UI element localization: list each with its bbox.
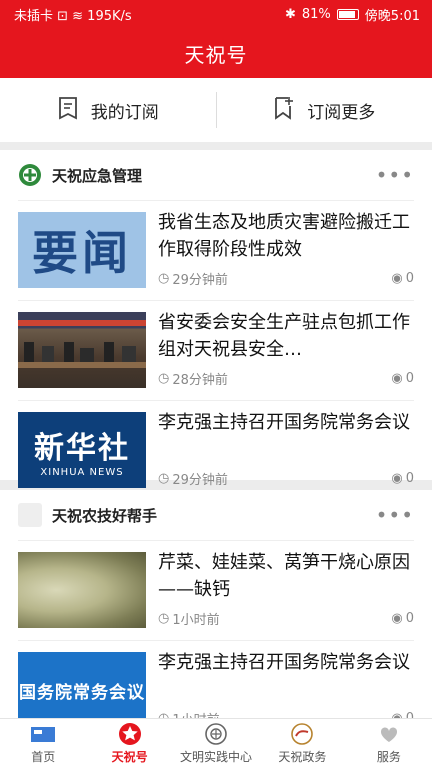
more-options-icon[interactable]: ••• — [376, 503, 414, 527]
tab-label: 服务 — [376, 749, 401, 764]
news-time: 1小时前 — [172, 613, 220, 628]
news-thumbnail — [18, 552, 146, 628]
star-badge-icon — [117, 722, 143, 745]
news-time: 1小时前 — [172, 709, 219, 718]
news-time: 29分钟前 — [172, 273, 228, 288]
emergency-logo-icon — [18, 163, 42, 187]
news-headline: 省安委会安全生产驻点包抓工作组对天祝县安全… — [158, 312, 410, 360]
news-thumbnail: 要闻 — [18, 212, 146, 288]
thumbnail-text: 国务院常务会议 — [19, 682, 145, 703]
my-subscriptions-button[interactable]: 我的订阅 — [0, 78, 216, 142]
clock-icon: ◷ — [158, 271, 170, 286]
subscribe-more-button[interactable]: 订阅更多 — [217, 78, 432, 142]
heart-hand-icon — [376, 723, 402, 745]
news-headline: 我省生态及地质灾害避险搬迁工作取得阶段性成效 — [158, 212, 410, 260]
thumbnail-text: 新华社 — [34, 430, 130, 466]
status-left: 未插卡 ⊡ ≋ 195K/s — [14, 8, 132, 24]
list-item[interactable]: 新华社 XINHUA NEWS 李克强主持召开国务院常务会议 ◷ 29分钟前 ◉ 0 — [18, 400, 414, 500]
bottom-tab-bar: 首页 天祝号 文明实践中心 天祝政务 服务 — [0, 718, 432, 768]
news-thumbnail — [18, 312, 146, 388]
clock-icon: ◷ — [158, 711, 169, 718]
news-views: 0 — [405, 271, 414, 286]
battery-text: 81% — [301, 6, 331, 22]
news-thumbnail: 国务院常务会议 — [18, 652, 146, 718]
status-bar: 未插卡 ⊡ ≋ 195K/s ✱ 81% 傍晚5:01 — [0, 0, 432, 28]
battery-icon — [336, 8, 359, 20]
tab-label: 天祝政务 — [278, 749, 327, 764]
page-title: 天祝号 — [184, 42, 248, 67]
tab-label: 首页 — [31, 749, 56, 764]
tab-label: 文明实践中心 — [180, 749, 253, 764]
emblem-icon — [203, 722, 229, 745]
news-views: 0 — [405, 371, 414, 386]
news-thumbnail: 新华社 XINHUA NEWS — [18, 412, 146, 488]
list-item[interactable]: 要闻 我省生态及地质灾害避险搬迁工作取得阶段性成效 ◷ 29分钟前 ◉ 0 — [18, 200, 414, 300]
thumbnail-subtext: XINHUA NEWS — [40, 466, 124, 478]
channel-section-agritech: 天祝农技好帮手 ••• 芹菜、娃娃菜、莴笋干烧心原因——缺钙 ◷ 1小时前 ◉ 0 … — [0, 490, 432, 718]
news-time: 29分钟前 — [172, 473, 228, 488]
bluetooth-icon: ✱ — [284, 6, 296, 22]
section-header: 天祝应急管理 ••• — [0, 150, 432, 200]
eye-icon: ◉ — [391, 471, 403, 486]
news-headline: 李克强主持召开国务院常务会议 — [158, 412, 410, 433]
app-bar: 天祝号 — [0, 28, 432, 78]
seal-icon — [289, 722, 315, 745]
tab-services[interactable]: 服务 — [346, 719, 432, 768]
list-item[interactable]: 省安委会安全生产驻点包抓工作组对天祝县安全… ◷ 28分钟前 ◉ 0 — [18, 300, 414, 400]
section-title[interactable]: 天祝农技好帮手 — [52, 505, 376, 526]
news-views: 0 — [405, 611, 414, 626]
section-header: 天祝农技好帮手 ••• — [0, 490, 432, 540]
news-headline: 李克强主持召开国务院常务会议 — [158, 652, 410, 673]
list-doc-icon — [57, 96, 79, 125]
section-title[interactable]: 天祝应急管理 — [52, 165, 376, 186]
news-headline: 芹菜、娃娃菜、莴笋干烧心原因——缺钙 — [158, 552, 410, 600]
eye-icon: ◉ — [391, 611, 403, 626]
eye-icon: ◉ — [391, 371, 403, 386]
subscription-bar: 我的订阅 订阅更多 — [0, 78, 432, 142]
tab-label: 天祝号 — [111, 749, 148, 764]
tab-government-affairs[interactable]: 天祝政务 — [259, 719, 345, 768]
my-subscriptions-label: 我的订阅 — [90, 102, 159, 123]
bookmark-add-icon — [273, 96, 295, 125]
tab-tianzhuhao[interactable]: 天祝号 — [86, 719, 172, 768]
news-views: 0 — [406, 711, 414, 718]
list-item[interactable]: 国务院常务会议 李克强主持召开国务院常务会议 ◷1小时前 ◉ 0 — [18, 640, 414, 718]
news-views: 0 — [405, 471, 414, 486]
thumbnail-text: 要闻 — [32, 226, 132, 280]
tab-home[interactable]: 首页 — [0, 719, 86, 768]
tab-civilization-center[interactable]: 文明实践中心 — [173, 719, 259, 768]
clock-icon: ◷ — [158, 471, 170, 486]
list-item[interactable]: 芹菜、娃娃菜、莴笋干烧心原因——缺钙 ◷ 1小时前 ◉ 0 — [18, 540, 414, 640]
news-time: 28分钟前 — [172, 373, 228, 388]
clock-icon: ◷ — [158, 611, 170, 626]
more-options-icon[interactable]: ••• — [376, 163, 414, 187]
home-icon — [30, 723, 56, 745]
channel-logo-icon — [18, 503, 42, 527]
eye-icon: ◉ — [391, 271, 403, 286]
status-time: 傍晚5:01 — [364, 8, 420, 24]
clock-icon: ◷ — [158, 371, 170, 386]
eye-icon: ◉ — [391, 711, 402, 718]
channel-section-emergency: 天祝应急管理 ••• 要闻 我省生态及地质灾害避险搬迁工作取得阶段性成效 ◷ 29… — [0, 150, 432, 488]
subscribe-more-label: 订阅更多 — [307, 102, 376, 123]
